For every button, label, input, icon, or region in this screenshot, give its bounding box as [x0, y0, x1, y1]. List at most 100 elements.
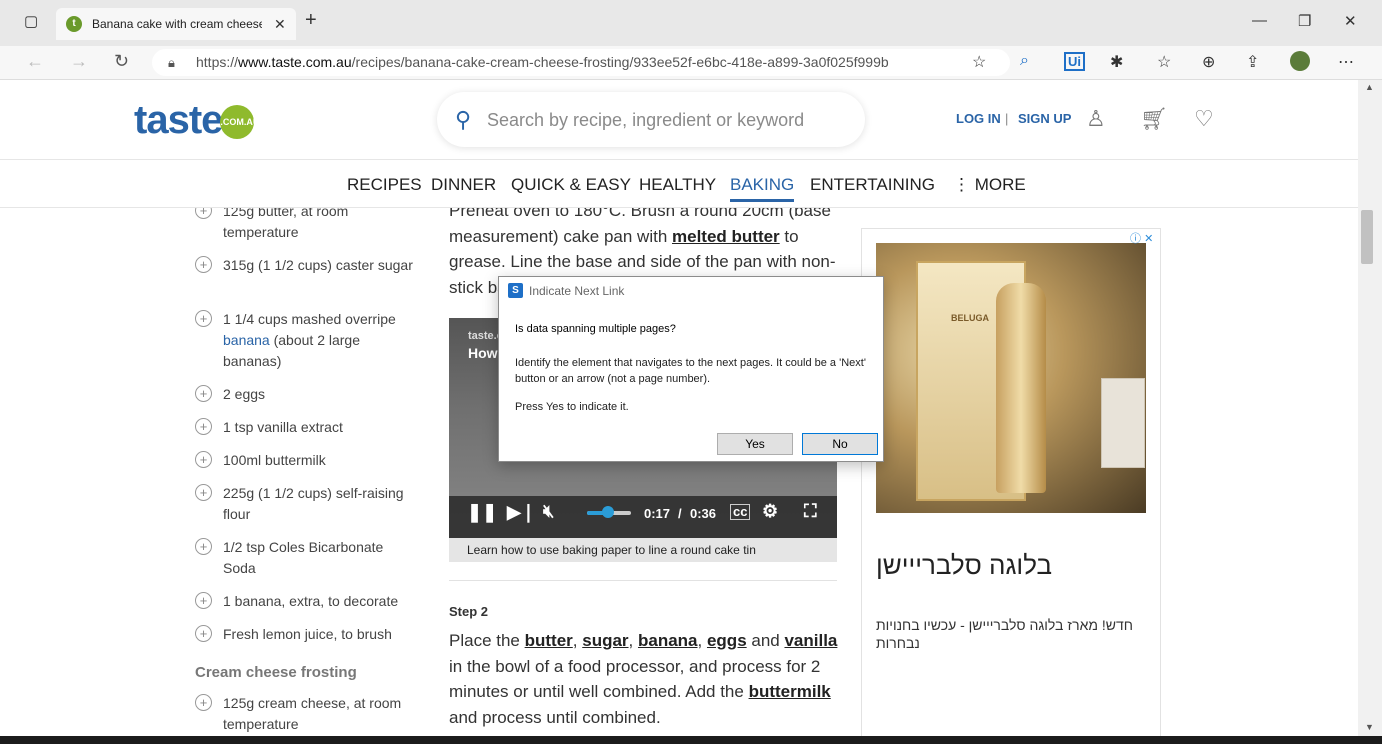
close-window-icon[interactable]: ✕ [1344, 12, 1357, 30]
scroll-up-icon[interactable]: ▲ [1365, 82, 1374, 92]
site-header: taste.COM.AU ⚲ LOG IN | SIGN UP ♙ 🛒︎ ♡ [0, 80, 1358, 160]
add-ingredient-icon[interactable]: + [195, 538, 212, 555]
ad-info-icon[interactable]: ⓘ [1130, 233, 1141, 245]
dialog-body: Identify the element that navigates to t… [515, 357, 866, 385]
settings-gear-icon[interactable]: ⚙ [762, 501, 778, 522]
add-ingredient-icon[interactable]: + [195, 451, 212, 468]
step2-title: Step 2 [449, 604, 489, 619]
nav-more[interactable]: ⋮ MORE [953, 175, 1026, 195]
back-icon[interactable]: ← [26, 51, 44, 72]
buttermilk-link[interactable]: buttermilk [749, 682, 831, 701]
ad-present [1101, 378, 1145, 468]
captions-icon[interactable]: cc [730, 504, 751, 520]
dialog-title: Indicate Next Link [529, 284, 625, 298]
url-prefix: https:// [196, 54, 239, 70]
taste-logo[interactable]: taste.COM.AU [134, 98, 259, 143]
ad-title[interactable]: בלוגה סלברייישן [876, 550, 1146, 581]
add-ingredient-icon[interactable]: + [195, 310, 212, 327]
os-taskbar [0, 736, 1382, 744]
banana-step-link[interactable]: banana [638, 631, 698, 650]
tab-title: Banana cake with cream cheese f [92, 17, 262, 31]
signup-link[interactable]: SIGN UP [1018, 111, 1071, 126]
ad-description[interactable]: חדש! מארז בלוגה סלברייישן - עכשיו בחנויו… [876, 616, 1146, 652]
extensions-icon[interactable]: ✱ [1110, 52, 1123, 72]
nav-quick-easy[interactable]: QUICK & EASY [511, 175, 631, 195]
ad-image[interactable]: BELUGA [876, 243, 1146, 513]
logo-badge: .COM.AU [220, 105, 259, 140]
step-divider [449, 580, 837, 581]
scroll-down-icon[interactable]: ▼ [1365, 722, 1374, 732]
yes-button[interactable]: Yes [717, 433, 793, 455]
ingredient-item[interactable]: +1 1/4 cups mashed overripe banana (abou… [195, 309, 415, 372]
ad-brand: BELUGA [951, 313, 989, 323]
browser-tab-active[interactable]: t Banana cake with cream cheese f ✕ [56, 8, 296, 40]
heart-icon[interactable]: ♡ [1194, 106, 1214, 132]
nav-healthy[interactable]: HEALTHY [639, 175, 716, 195]
ingredient-item[interactable]: +100ml buttermilk [195, 450, 415, 471]
main-navigation: RECIPES DINNER QUICK & EASY HEALTHY BAKI… [0, 161, 1358, 208]
butter-link[interactable]: butter [525, 631, 573, 650]
collections-icon[interactable]: ⊕ [1202, 52, 1215, 72]
favorites-icon[interactable]: ☆ [1157, 52, 1171, 72]
dialog-titlebar: S Indicate Next Link [499, 277, 883, 305]
add-ingredient-icon[interactable]: + [195, 418, 212, 435]
ingredient-item[interactable]: +1 tsp vanilla extract [195, 417, 415, 438]
refresh-icon[interactable]: ↻ [114, 51, 129, 72]
search-icon[interactable]: ⚲ [455, 107, 471, 133]
scrollbar-thumb[interactable] [1361, 210, 1373, 264]
new-tab-icon[interactable]: + [305, 9, 317, 32]
ingredient-item[interactable]: +1 banana, extra, to decorate [195, 591, 415, 612]
nav-baking[interactable]: BAKING [730, 175, 795, 202]
video-current-time: 0:17 [644, 506, 671, 521]
nav-recipes[interactable]: RECIPES [347, 175, 422, 195]
no-button[interactable]: No [802, 433, 878, 455]
mute-icon[interactable]: 🔇︎ [543, 501, 554, 522]
vanilla-link[interactable]: vanilla [784, 631, 837, 650]
add-ingredient-icon[interactable]: + [195, 592, 212, 609]
url-domain: www.taste.com.au [238, 54, 352, 70]
nav-entertaining[interactable]: ENTERTAINING [810, 175, 935, 195]
search-input[interactable] [487, 106, 847, 134]
banana-link[interactable]: banana [223, 332, 270, 348]
eggs-link[interactable]: eggs [707, 631, 747, 650]
add-favorite-icon[interactable]: ☆ [972, 52, 986, 72]
login-link[interactable]: LOG IN [956, 111, 1001, 126]
video-caption: Learn how to use baking paper to line a … [449, 538, 837, 562]
cart-icon[interactable]: 🛒︎ [1140, 106, 1168, 132]
logo-text: taste [134, 98, 223, 142]
dialog-instruction: Press Yes to indicate it. [515, 401, 629, 413]
profile-avatar[interactable] [1290, 51, 1310, 71]
add-ingredient-icon[interactable]: + [195, 385, 212, 402]
melted-butter-link[interactable]: melted butter [672, 227, 780, 246]
pause-icon[interactable]: ❚❚ [467, 502, 497, 523]
video-time-separator: / [678, 506, 682, 521]
fullscreen-icon[interactable]: ⛶ [804, 501, 817, 522]
uipath-extension-icon[interactable]: Ui [1064, 52, 1085, 71]
close-tab-icon[interactable]: ✕ [274, 16, 286, 33]
sugar-link[interactable]: sugar [582, 631, 628, 650]
nav-more-label: MORE [974, 175, 1026, 194]
address-bar[interactable]: 🔒︎ https://www.taste.com.au/recipes/bana… [152, 49, 1010, 76]
search-extension-icon[interactable]: ⌕ [1020, 52, 1029, 70]
browser-toolbar: ← → ↻ 🔒︎ https://www.taste.com.au/recipe… [0, 46, 1382, 80]
volume-knob[interactable] [602, 506, 614, 518]
recipe-search-box[interactable]: ⚲ [437, 92, 865, 147]
uipath-studio-icon: S [508, 283, 523, 298]
add-ingredient-icon[interactable]: + [195, 484, 212, 501]
forward-icon[interactable]: → [70, 51, 88, 72]
ingredient-item[interactable]: +225g (1 1/2 cups) self-raising flour [195, 483, 415, 525]
tab-actions-icon[interactable]: ▢ [24, 12, 38, 30]
share-icon[interactable]: ⇪ [1246, 52, 1259, 72]
ingredient-item[interactable]: +2 eggs [195, 384, 415, 405]
nav-dinner[interactable]: DINNER [431, 175, 496, 195]
ad-close-icon[interactable]: ✕ [1144, 233, 1153, 245]
page-scrollbar[interactable]: ▲ ▼ [1358, 80, 1382, 736]
more-dots-icon: ⋮ [953, 175, 970, 194]
user-icon[interactable]: ♙ [1086, 106, 1106, 132]
next-video-icon[interactable]: ▶❘ [507, 502, 536, 523]
restore-icon[interactable]: ❐ [1298, 12, 1311, 30]
ingredient-item[interactable]: +1/2 tsp Coles Bicarbonate Soda [195, 537, 415, 579]
minimize-icon[interactable]: — [1252, 12, 1267, 29]
more-menu-icon[interactable]: ⋯ [1338, 52, 1354, 72]
ad-choices-badge[interactable]: ⓘ ✕ [1130, 230, 1153, 246]
